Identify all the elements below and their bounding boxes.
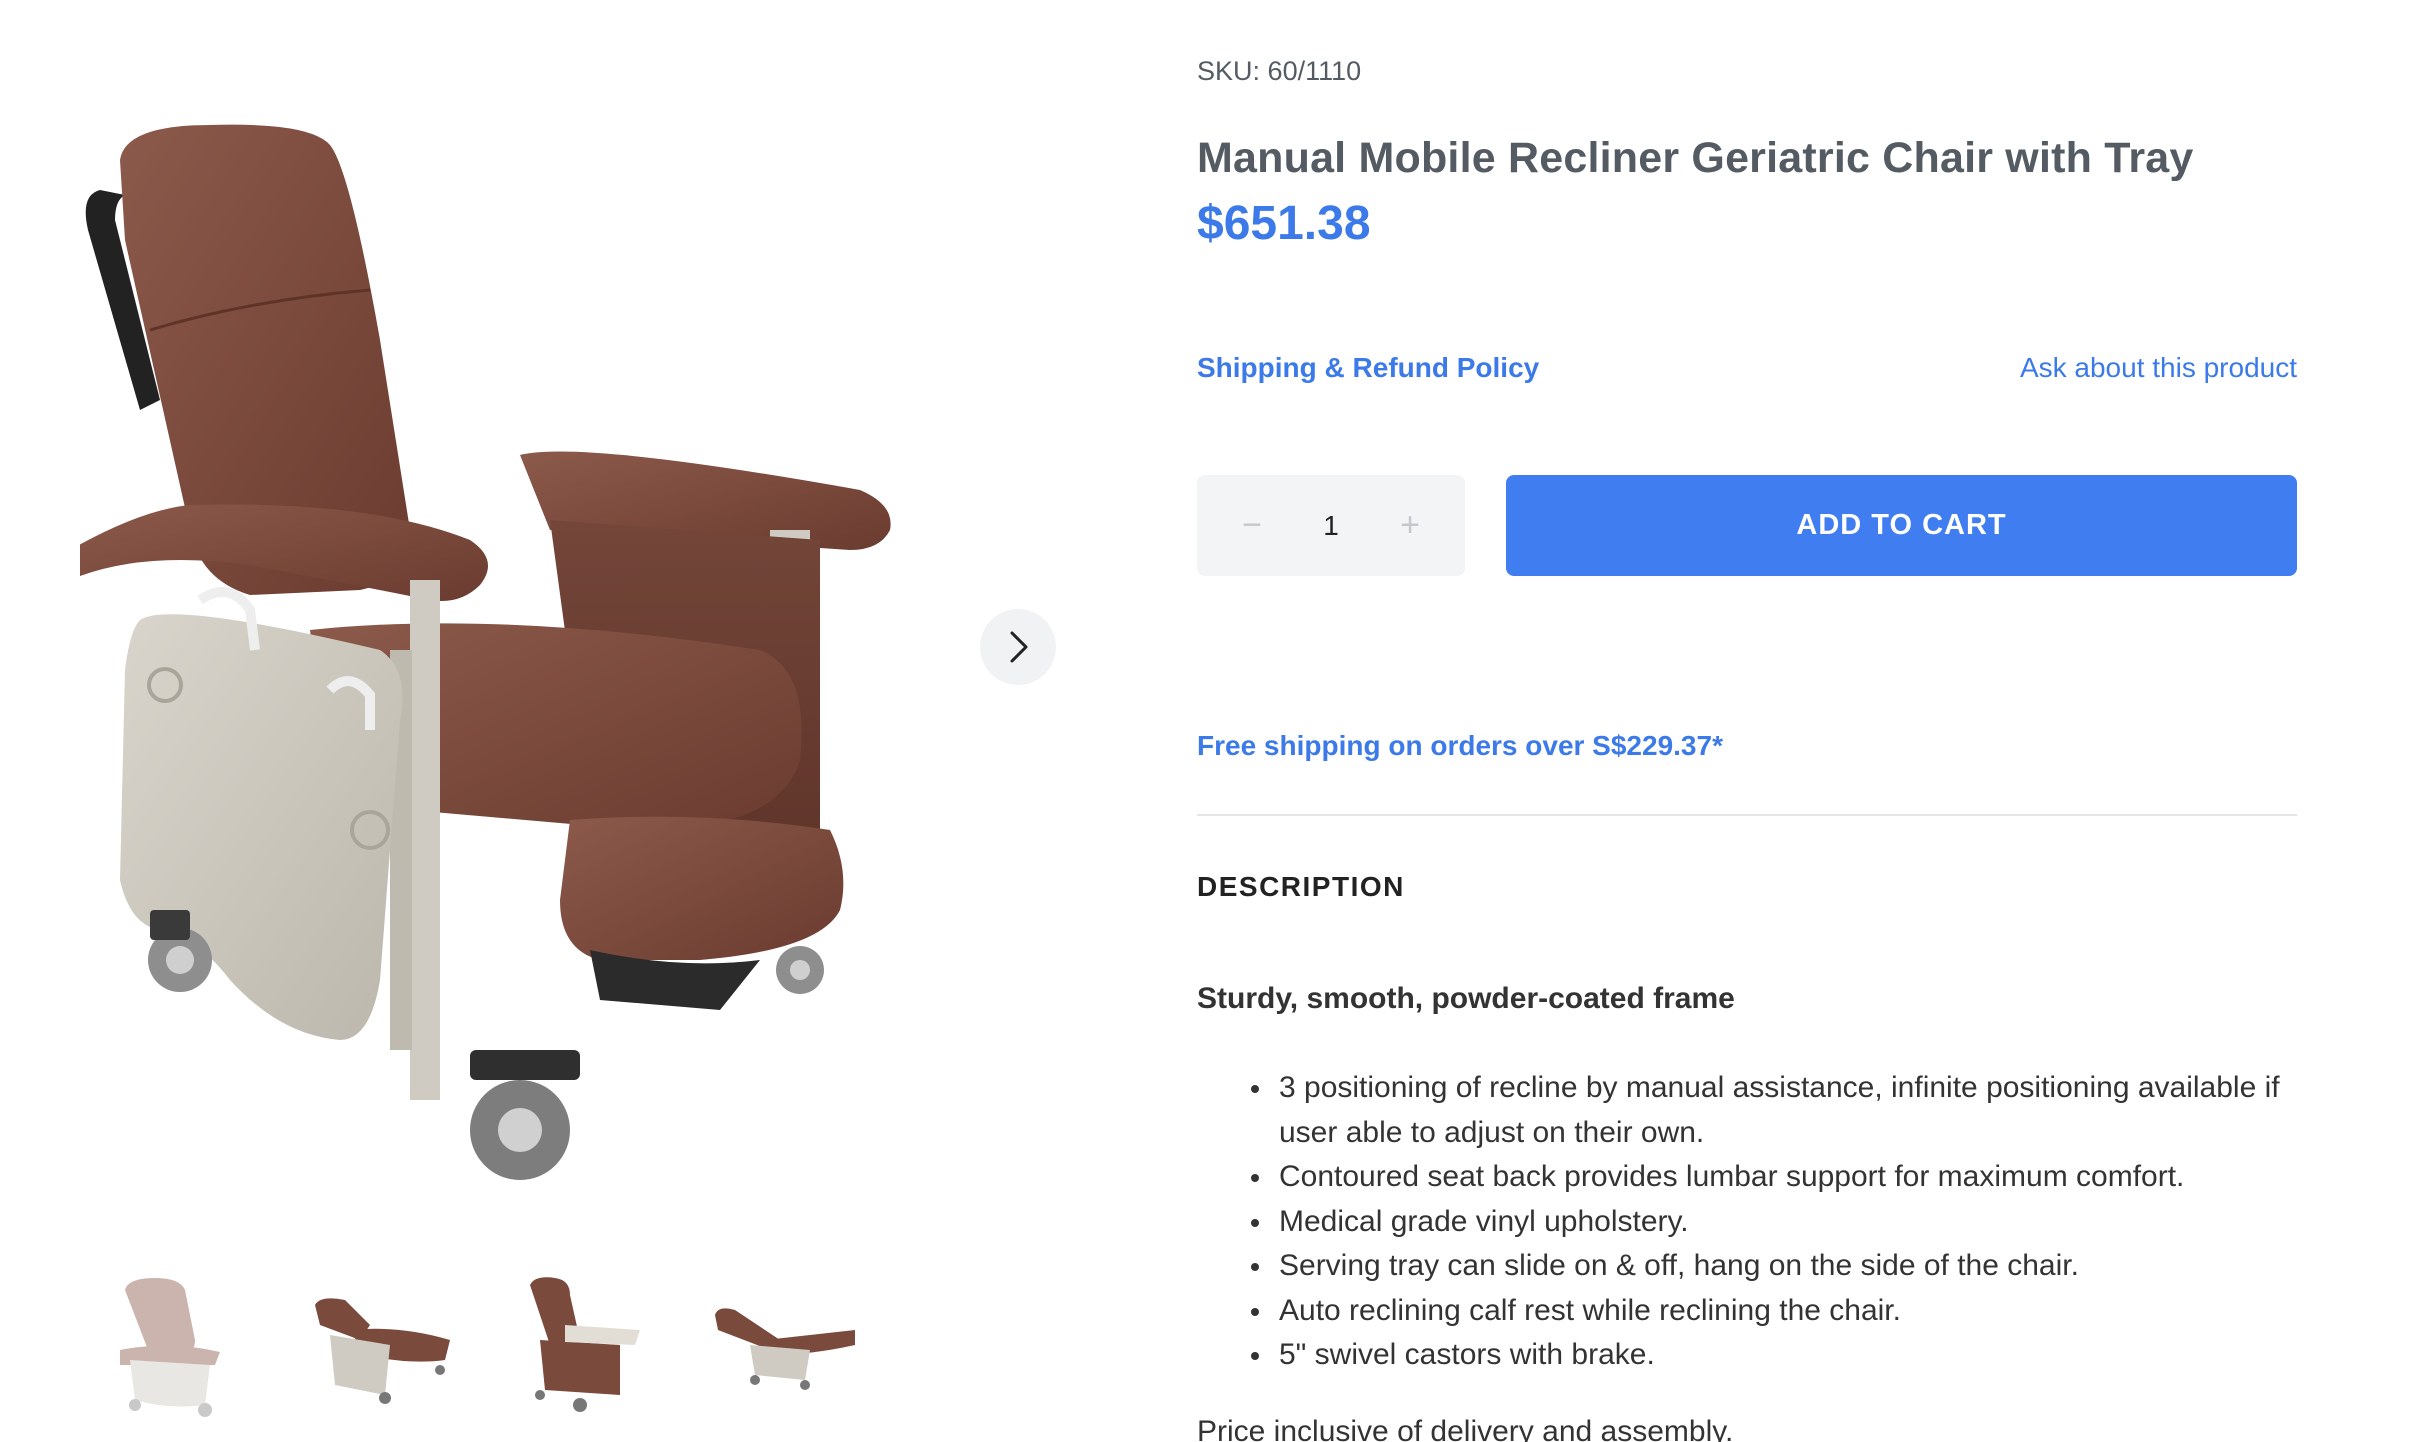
thumbnail-4[interactable] bbox=[710, 1270, 860, 1420]
free-shipping-notice: Free shipping on orders over S$229.37* bbox=[1197, 730, 1723, 761]
product-title: Manual Mobile Recliner Geriatric Chair w… bbox=[1197, 134, 2194, 182]
sku-value: 60/1110 bbox=[1267, 56, 1362, 86]
feature-list: 3 positioning of recline by manual assis… bbox=[1247, 1066, 2297, 1378]
thumbnail-3[interactable] bbox=[510, 1270, 660, 1420]
product-sku: SKU: 60/1110 bbox=[1197, 56, 1361, 87]
description-subheading: Sturdy, smooth, powder-coated frame bbox=[1197, 982, 1735, 1015]
ask-about-product-link[interactable]: Ask about this product bbox=[2020, 352, 2297, 384]
product-price: $651.38 bbox=[1197, 197, 1371, 250]
thumbnail-1[interactable] bbox=[110, 1270, 260, 1420]
section-divider bbox=[1197, 814, 2297, 816]
feature-item: Medical grade vinyl upholstery. bbox=[1247, 1200, 2297, 1245]
quantity-input[interactable]: 1 bbox=[1281, 475, 1381, 576]
shipping-refund-policy-link[interactable]: Shipping & Refund Policy bbox=[1197, 352, 1539, 384]
gallery-next-button[interactable] bbox=[980, 609, 1056, 685]
add-to-cart-button[interactable]: ADD TO CART bbox=[1506, 475, 2297, 576]
quantity-decrease-button[interactable]: − bbox=[1217, 475, 1287, 576]
feature-item: 5" swivel castors with brake. bbox=[1247, 1333, 2297, 1378]
chevron-right-icon bbox=[1010, 631, 1028, 663]
price-note: Price inclusive of delivery and assembly… bbox=[1197, 1415, 1734, 1442]
feature-item: 3 positioning of recline by manual assis… bbox=[1247, 1066, 2297, 1155]
product-gallery bbox=[0, 0, 1100, 1442]
thumbnail-2[interactable] bbox=[310, 1270, 460, 1420]
product-main-image bbox=[80, 124, 891, 1180]
quantity-stepper: − 1 + bbox=[1197, 475, 1465, 576]
quantity-increase-button[interactable]: + bbox=[1375, 475, 1445, 576]
thumbnail-strip bbox=[110, 1270, 910, 1420]
product-details: SKU: 60/1110 Manual Mobile Recliner Geri… bbox=[1197, 0, 2297, 1442]
feature-item: Auto reclining calf rest while reclining… bbox=[1247, 1289, 2297, 1334]
description-heading: DESCRIPTION bbox=[1197, 871, 1405, 902]
feature-item: Serving tray can slide on & off, hang on… bbox=[1247, 1244, 2297, 1289]
feature-item: Contoured seat back provides lumbar supp… bbox=[1247, 1155, 2297, 1200]
sku-label: SKU: bbox=[1197, 56, 1261, 86]
